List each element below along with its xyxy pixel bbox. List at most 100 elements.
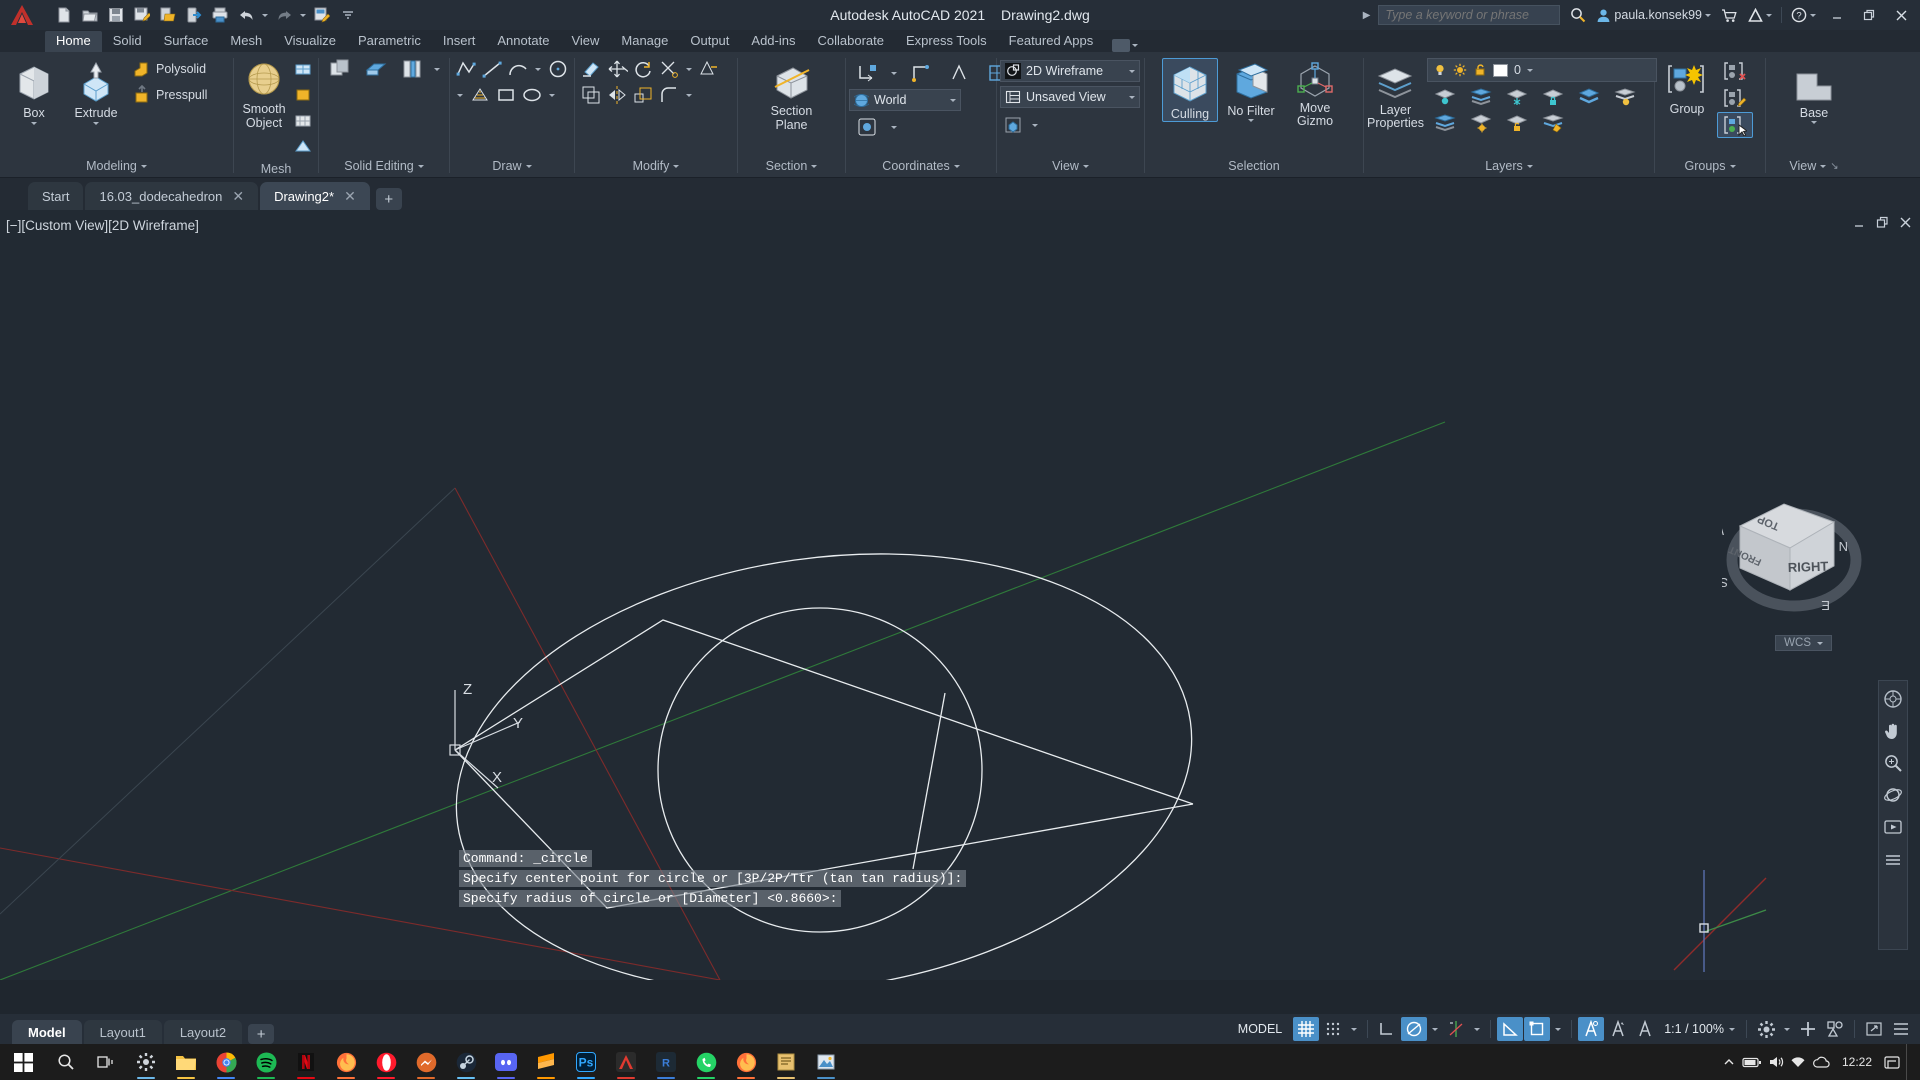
polyline-icon[interactable] [453, 56, 479, 82]
ucs-world-icon[interactable] [849, 60, 885, 86]
orbit-icon[interactable] [1881, 783, 1905, 807]
layer-match-icon[interactable] [1535, 110, 1571, 136]
customize-qat-dropdown[interactable] [336, 3, 360, 27]
search-button[interactable] [1566, 3, 1590, 27]
fillet-dropdown[interactable] [682, 82, 696, 108]
ribbon-tab-parametric[interactable]: Parametric [347, 31, 432, 52]
3d-align-icon[interactable] [696, 56, 722, 82]
tray-network-icon[interactable] [1790, 1055, 1806, 1069]
ribbon-tab-home[interactable]: Home [45, 31, 102, 52]
arc-icon[interactable] [505, 56, 531, 82]
ribbon-tab-insert[interactable]: Insert [432, 31, 487, 52]
layer-on-icon[interactable] [1607, 84, 1643, 110]
plot-button[interactable] [208, 3, 232, 27]
wcs-selector[interactable]: WCS [1775, 635, 1832, 651]
visual-style-combo[interactable]: 2D Wireframe [1000, 60, 1140, 82]
layout-tab-model[interactable]: Model [12, 1020, 82, 1044]
drawing-canvas[interactable]: [−][Custom View][2D Wireframe] Z Y X TOP… [0, 210, 1920, 980]
ribbon-tab-output[interactable]: Output [679, 31, 740, 52]
taskbar-firefox[interactable] [326, 1044, 366, 1080]
show-desktop-button[interactable] [1906, 1044, 1914, 1080]
taskbar-messenger[interactable] [406, 1044, 446, 1080]
ellipse-icon[interactable] [519, 82, 545, 108]
batch-plot-button[interactable] [310, 3, 334, 27]
ribbon-tab-collaborate[interactable]: Collaborate [806, 31, 895, 52]
clock[interactable]: 12:22 [1836, 1055, 1878, 1069]
close-icon[interactable]: ✕ [232, 188, 244, 205]
layout-tab-layout2[interactable]: Layout2 [163, 1020, 243, 1044]
new-drawing-button[interactable] [52, 3, 76, 27]
culling-toggle[interactable]: Culling [1162, 58, 1218, 122]
group-selection-toggle[interactable] [1717, 112, 1753, 138]
help-search-input[interactable] [1385, 8, 1554, 22]
layer-thaw-icon[interactable] [1427, 110, 1463, 136]
taskbar-whatsapp[interactable] [686, 1044, 726, 1080]
arc-dropdown[interactable] [531, 56, 545, 82]
ribbon-tab-express-tools[interactable]: Express Tools [895, 31, 998, 52]
fillet-icon[interactable] [656, 82, 682, 108]
move-gizmo[interactable]: Move Gizmo [1284, 58, 1346, 128]
minimize-button[interactable] [1822, 0, 1852, 30]
ribbon-tab-view[interactable]: View [560, 31, 610, 52]
group-edit-icon[interactable] [1717, 85, 1753, 111]
close-button[interactable] [1886, 0, 1916, 30]
taskbar-app-settings[interactable] [126, 1044, 166, 1080]
presspull-tool[interactable]: Presspull [129, 82, 211, 107]
open-from-web-button[interactable] [156, 3, 180, 27]
restore-button[interactable] [1854, 0, 1884, 30]
layer-properties-tool[interactable]: Layer Properties [1367, 58, 1424, 130]
ungroup-icon[interactable] [1717, 58, 1753, 84]
save-to-web-button[interactable] [182, 3, 206, 27]
ribbon-tab-featured-apps[interactable]: Featured Apps [998, 31, 1105, 52]
taskbar-discord[interactable] [486, 1044, 526, 1080]
tray-battery-icon[interactable] [1742, 1055, 1762, 1069]
ribbon-tab-manage[interactable]: Manage [610, 31, 679, 52]
open-drawing-button[interactable] [78, 3, 102, 27]
layer-merge-icon[interactable] [1571, 84, 1607, 110]
save-as-button[interactable] [130, 3, 154, 27]
filter-dropdown[interactable]: No Filter [1218, 58, 1284, 122]
taskbar-notes[interactable] [766, 1044, 806, 1080]
ribbon-tab-mesh[interactable]: Mesh [219, 31, 273, 52]
task-view-icon[interactable] [86, 1044, 126, 1080]
file-tab-dodecahedron[interactable]: 16.03_dodecahedron ✕ [85, 182, 259, 210]
smooth-more-icon[interactable] [291, 56, 315, 82]
copy-icon[interactable] [578, 82, 604, 108]
layer-lock-icon[interactable] [1535, 84, 1571, 110]
solid-editing-dropdown[interactable] [430, 56, 444, 82]
circle-dropdown[interactable] [453, 82, 467, 108]
layout-tab-layout1[interactable]: Layout1 [83, 1020, 162, 1044]
viewport-dropdown[interactable] [1028, 112, 1042, 138]
smooth-less-icon[interactable] [291, 82, 315, 108]
add-crease-icon[interactable] [291, 134, 315, 160]
taskbar-search-icon[interactable] [46, 1044, 86, 1080]
layer-unisolate-icon[interactable] [1463, 84, 1499, 110]
rotate-icon[interactable] [630, 56, 656, 82]
new-layout-button[interactable]: + [248, 1024, 275, 1044]
base-view-tool[interactable]: Base [1783, 66, 1845, 124]
taskbar-file-explorer[interactable] [166, 1044, 206, 1080]
taskbar-opera[interactable] [366, 1044, 406, 1080]
ucs-dropdown-1[interactable] [887, 60, 901, 86]
taskbar-netflix[interactable] [286, 1044, 326, 1080]
box-tool[interactable]: Box [3, 56, 65, 125]
help-search-box[interactable] [1378, 5, 1561, 25]
tray-expand-icon[interactable] [1722, 1055, 1736, 1069]
group-tool[interactable]: Group [1658, 58, 1716, 116]
refine-mesh-icon[interactable] [291, 108, 315, 134]
layer-freeze-icon[interactable] [1499, 84, 1535, 110]
viewport-config-icon[interactable] [1000, 112, 1026, 138]
notification-center-icon[interactable] [1884, 1055, 1900, 1070]
layer-color-swatch[interactable] [1492, 63, 1508, 77]
ribbon-tab-visualize[interactable]: Visualize [273, 31, 347, 52]
autodesk-app-icon[interactable] [1744, 3, 1776, 27]
help-button[interactable]: ? [1787, 3, 1820, 27]
ribbon-tab-surface[interactable]: Surface [153, 31, 220, 52]
trim-icon[interactable] [656, 56, 682, 82]
scale-icon[interactable] [630, 82, 656, 108]
mirror-icon[interactable] [604, 82, 630, 108]
trim-dropdown[interactable] [682, 56, 696, 82]
taskbar-image-viewer[interactable] [806, 1044, 846, 1080]
save-drawing-button[interactable] [104, 3, 128, 27]
file-tab-drawing2[interactable]: Drawing2* ✕ [260, 182, 370, 210]
